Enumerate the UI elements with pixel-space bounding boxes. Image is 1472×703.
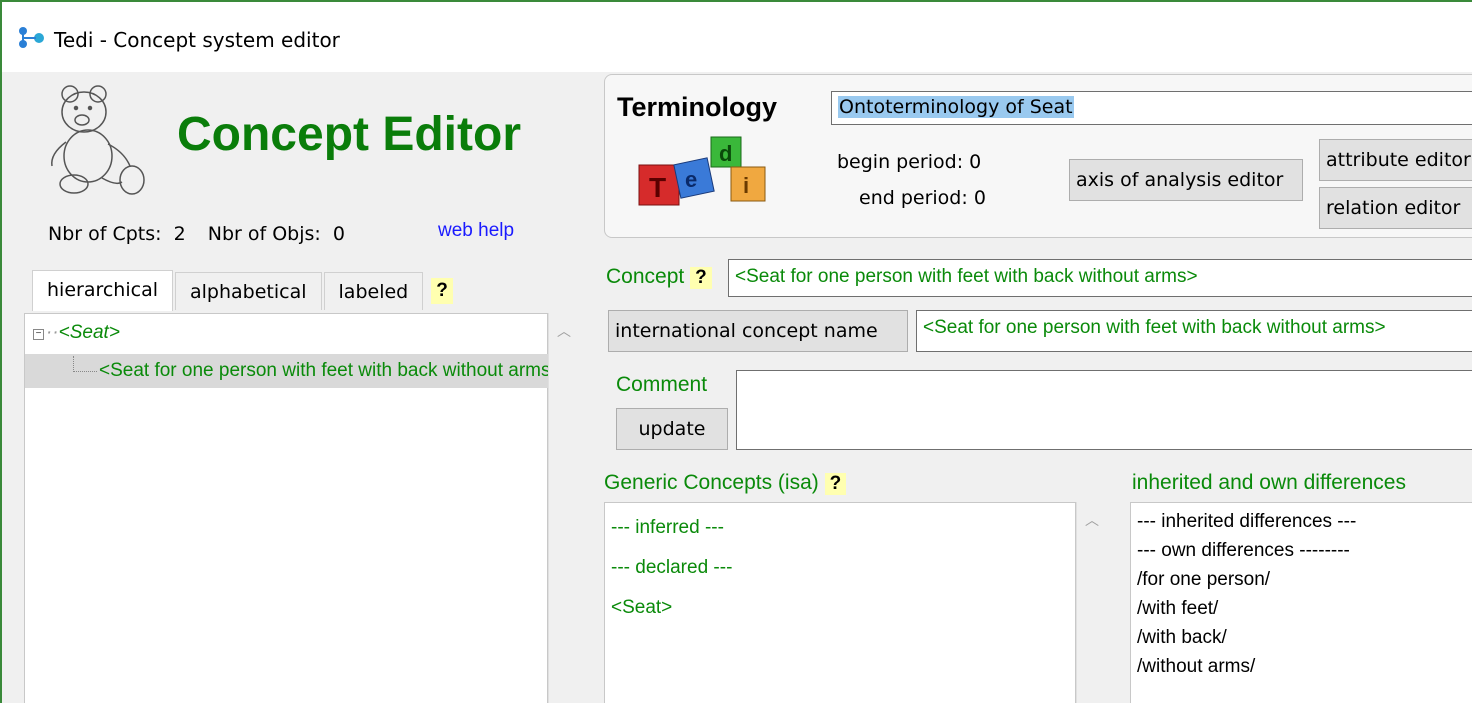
tab-labeled[interactable]: labeled xyxy=(323,272,424,310)
app-title: Concept Editor xyxy=(177,108,521,161)
tree-node-selected[interactable]: <Seat for one person with feet with back… xyxy=(25,354,549,388)
tree-scrollbar[interactable]: ︿ xyxy=(548,313,578,703)
tree-node-root-label: <Seat> xyxy=(58,322,120,343)
relation-editor-button[interactable]: relation editor xyxy=(1319,187,1472,229)
window-title: Tedi - Concept system editor xyxy=(54,28,340,52)
international-concept-name-button[interactable]: international concept name xyxy=(608,310,908,352)
svg-text:d: d xyxy=(719,141,732,166)
generic-concepts-label: Generic Concepts (isa) ? xyxy=(604,471,847,495)
list-item: --- inherited differences --- xyxy=(1137,511,1357,532)
list-item[interactable]: --- inferred --- xyxy=(611,517,724,539)
app-icon xyxy=(19,27,44,48)
concept-label: Concept ? xyxy=(606,265,712,289)
title-bar: Tedi - Concept system editor xyxy=(2,2,1472,72)
tree-connector xyxy=(73,356,97,372)
tree-node-root[interactable]: − ··<Seat> xyxy=(33,322,120,344)
nbr-cpts-value: 2 xyxy=(173,223,186,245)
international-concept-name-input[interactable]: <Seat for one person with feet with back… xyxy=(916,310,1472,352)
attribute-editor-button[interactable]: attribute editor xyxy=(1319,139,1472,181)
app-window: Tedi - Concept system editor Concept Edi… xyxy=(0,0,1472,703)
concept-tree[interactable]: − ··<Seat> <Seat for one person with feet… xyxy=(24,313,549,703)
tab-alphabetical[interactable]: alphabetical xyxy=(175,272,322,310)
concept-input[interactable]: <Seat for one person with feet with back… xyxy=(728,259,1472,297)
svg-text:i: i xyxy=(743,173,749,198)
update-button[interactable]: update xyxy=(616,408,728,450)
tab-hierarchical[interactable]: hierarchical xyxy=(32,270,173,311)
end-period-label: end period: xyxy=(859,187,968,209)
svg-text:e: e xyxy=(685,167,697,192)
teddy-bear-icon xyxy=(51,85,145,195)
list-item: /without arms/ xyxy=(1137,656,1256,677)
list-item[interactable]: --- declared --- xyxy=(611,557,732,579)
right-panel: Terminology Ontoterminology of Seat T e … xyxy=(582,72,1472,703)
end-period-value: 0 xyxy=(973,187,986,209)
terminology-input[interactable]: Ontoterminology of Seat xyxy=(831,91,1472,125)
list-item[interactable]: <Seat> xyxy=(611,597,672,619)
generic-concepts-list[interactable]: --- inferred --- --- declared --- <Seat> xyxy=(604,502,1076,703)
scroll-up-icon[interactable]: ︿ xyxy=(557,321,571,341)
terminology-label: Terminology xyxy=(617,92,778,122)
nbr-objs-label: Nbr of Objs: xyxy=(207,223,321,245)
begin-period-value: 0 xyxy=(969,151,982,173)
terminology-box: Terminology Ontoterminology of Seat T e … xyxy=(604,74,1472,238)
tabs-help-button[interactable]: ? xyxy=(431,278,453,304)
left-panel: Concept Editor Nbr of Cpts: 2 Nbr of Obj… xyxy=(2,72,582,703)
tedi-logo-icon: T e d i xyxy=(638,136,766,206)
nbr-objs-value: 0 xyxy=(332,223,345,245)
axis-of-analysis-button[interactable]: axis of analysis editor xyxy=(1069,159,1303,201)
generic-scrollbar[interactable]: ︿ xyxy=(1076,502,1106,703)
list-item: /with back/ xyxy=(1137,627,1227,648)
generic-help-button[interactable]: ? xyxy=(824,473,847,495)
list-item: /with feet/ xyxy=(1137,598,1219,619)
differences-label: inherited and own differences xyxy=(1132,471,1406,494)
concept-help-button[interactable]: ? xyxy=(690,267,712,289)
tree-node-child-label: <Seat for one person with feet with back… xyxy=(99,360,549,381)
web-help-link[interactable]: web help xyxy=(438,220,514,242)
collapse-icon[interactable]: − xyxy=(33,329,44,340)
scroll-up-icon[interactable]: ︿ xyxy=(1085,510,1099,530)
comment-label: Comment xyxy=(616,373,708,396)
nbr-cpts-label: Nbr of Cpts: xyxy=(48,223,162,245)
begin-period: begin period: 0 xyxy=(837,151,981,173)
counts-row: Nbr of Cpts: 2 Nbr of Objs: 0 xyxy=(48,223,351,245)
differences-list[interactable]: --- inherited differences --- --- own di… xyxy=(1130,502,1472,703)
comment-textarea[interactable] xyxy=(736,370,1472,450)
tab-bar: hierarchical alphabetical labeled ? xyxy=(32,270,453,312)
svg-text:T: T xyxy=(649,172,666,203)
begin-period-label: begin period: xyxy=(837,151,964,173)
end-period: end period: 0 xyxy=(859,187,986,209)
terminology-value: Ontoterminology of Seat xyxy=(838,96,1074,118)
list-item: /for one person/ xyxy=(1137,569,1271,590)
list-item: --- own differences -------- xyxy=(1137,540,1350,561)
